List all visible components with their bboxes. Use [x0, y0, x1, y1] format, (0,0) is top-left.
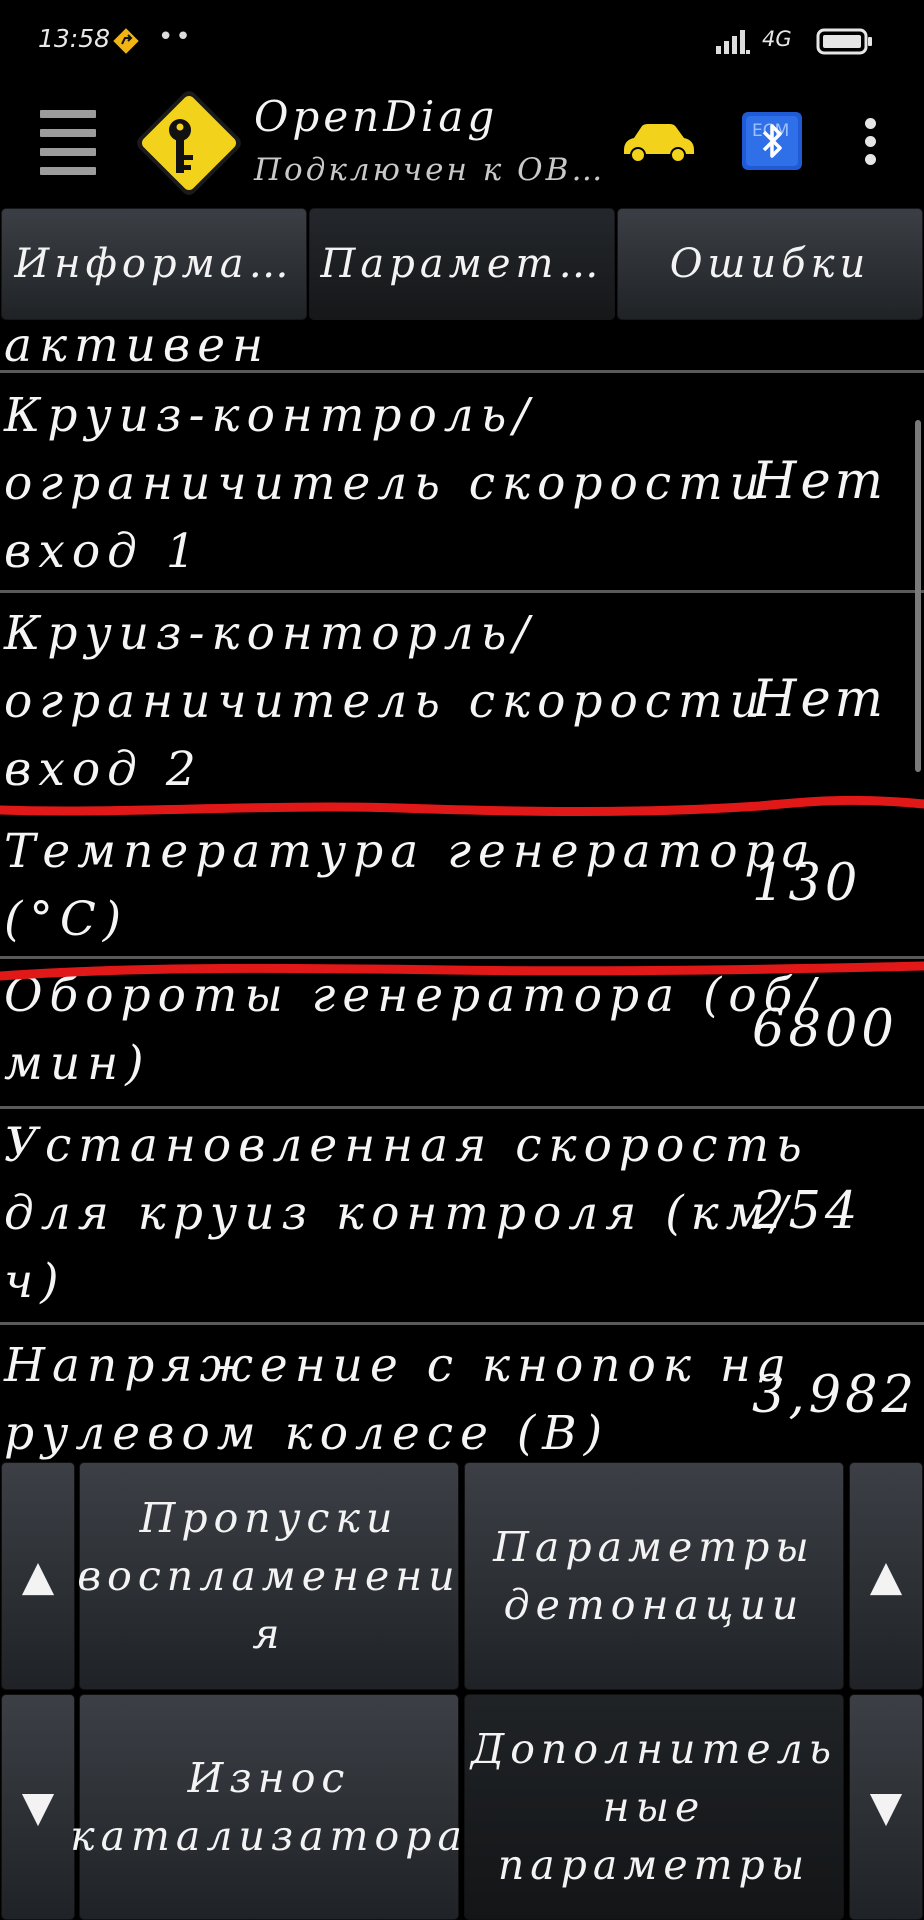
- tab-info[interactable]: Информа…: [1, 208, 307, 320]
- battery-icon: [816, 28, 872, 55]
- parameter-row: Круиз-контроль/ ограничитель скорости вх…: [0, 382, 924, 588]
- parameter-value: 6800: [752, 1000, 898, 1059]
- row-divider: [0, 370, 924, 373]
- parameter-value: Нет: [752, 452, 888, 511]
- parameter-value: Нет: [752, 670, 888, 729]
- row-divider: [0, 1322, 924, 1325]
- parameter-label: Круиз-контроль/ ограничитель скорости вх…: [4, 388, 767, 579]
- menu-icon[interactable]: [40, 110, 96, 175]
- app-bar: OpenDiag Подключен к ОВ… ECM: [0, 82, 924, 206]
- tab-errors[interactable]: Ошибки: [617, 208, 923, 320]
- parameter-row: активен: [0, 320, 924, 374]
- button-label: Износ катализатора: [70, 1754, 468, 1860]
- parameter-row: Напряжение с кнопок на рулевом колесе (В…: [0, 1332, 924, 1460]
- misfires-button[interactable]: Пропуски воспламенени я: [77, 1462, 461, 1690]
- button-label: Дополнитель ные параметры: [470, 1725, 838, 1889]
- parameter-value: 254: [752, 1182, 862, 1241]
- parameter-label: Круиз-конторль/ ограничитель скорости вх…: [4, 606, 767, 797]
- status-time: 13:58: [38, 24, 111, 53]
- parameter-label: Температура генератора (°C): [4, 824, 817, 947]
- app-title: OpenDiag: [254, 92, 499, 141]
- parameter-row: Установленная скорость для круиз контрол…: [0, 1112, 924, 1318]
- button-label: Параметры детонации: [493, 1523, 815, 1629]
- notification-dots: ••: [158, 22, 193, 52]
- parameter-row-generator-temperature: Температура генератора (°C) 130: [0, 818, 924, 958]
- parameter-row: Круиз-конторль/ ограничитель скорости вх…: [0, 600, 924, 806]
- more-options-icon[interactable]: [858, 118, 882, 168]
- parameter-label: Напряжение с кнопок на рулевом колесе (В…: [4, 1338, 793, 1460]
- up-arrow-icon: ▲: [869, 1551, 903, 1600]
- knock-parameters-button[interactable]: Параметры детонации: [464, 1462, 844, 1690]
- signal-icon: [716, 30, 750, 54]
- highlight-marker-bottom: [0, 961, 924, 981]
- button-label: Пропуски воспламенени я: [77, 1494, 461, 1658]
- scroll-down-button-right[interactable]: ▼: [849, 1694, 923, 1920]
- tab-parameters[interactable]: Парамет…: [309, 208, 615, 320]
- list-scrollbar[interactable]: [915, 420, 921, 772]
- row-divider: [0, 590, 924, 593]
- tab-bar: Информа… Парамет… Ошибки: [0, 208, 924, 320]
- parameter-value: 3,982: [752, 1366, 919, 1425]
- scroll-up-button-right[interactable]: ▲: [849, 1462, 923, 1690]
- gps-navigation-icon: [113, 28, 139, 54]
- scroll-down-button[interactable]: ▼: [1, 1694, 75, 1920]
- row-divider: [0, 1106, 924, 1109]
- parameter-list[interactable]: активен Круиз-контроль/ ограничитель ско…: [0, 320, 924, 1460]
- parameter-label: Установленная скорость для круиз контрол…: [4, 1118, 809, 1309]
- bottom-button-panel: ▲ Пропуски воспламенени я Параметры дето…: [0, 1460, 924, 1920]
- catalyst-wear-button[interactable]: Износ катализатора: [70, 1694, 462, 1920]
- scroll-up-button[interactable]: ▲: [1, 1462, 75, 1690]
- app-logo-key-icon: [137, 91, 241, 195]
- connection-status: Подключен к ОВ…: [254, 152, 606, 188]
- up-arrow-icon: ▲: [21, 1551, 55, 1600]
- additional-parameters-button[interactable]: Дополнитель ные параметры: [464, 1694, 844, 1920]
- car-icon[interactable]: [618, 120, 698, 164]
- parameter-value: 130: [752, 854, 862, 913]
- status-bar: 13:58 •• 4G: [0, 0, 924, 82]
- highlight-marker-top: [0, 795, 924, 816]
- down-arrow-icon: ▼: [869, 1782, 903, 1831]
- down-arrow-icon: ▼: [21, 1782, 55, 1831]
- network-type: 4G: [762, 27, 792, 51]
- bluetooth-ecm-icon[interactable]: ECM: [740, 110, 804, 172]
